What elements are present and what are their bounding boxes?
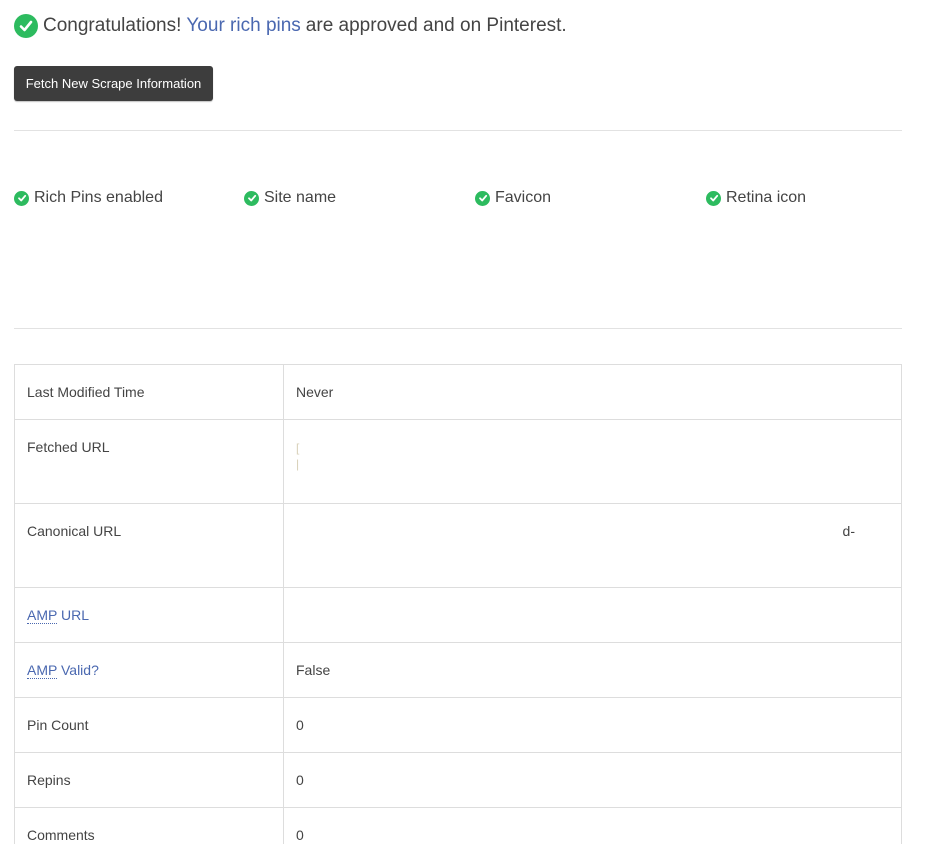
- table-row: Pin Count 0: [14, 697, 902, 753]
- divider: [14, 328, 902, 329]
- table-row: Last Modified Time Never: [14, 364, 902, 420]
- amp-valid-link[interactable]: AMP Valid?: [27, 662, 99, 679]
- table-row: AMP URL: [14, 587, 902, 643]
- fetch-new-scrape-button[interactable]: Fetch New Scrape Information: [14, 66, 213, 101]
- table-row: Canonical URL d-: [14, 503, 902, 588]
- row-label: Pin Count: [14, 697, 284, 753]
- feature-site-name: Site name: [244, 189, 336, 207]
- amp-abbr: AMP: [27, 662, 58, 679]
- row-value: 0: [283, 807, 902, 844]
- feature-favicon: Favicon: [475, 189, 551, 207]
- feature-label: Site name: [264, 189, 337, 206]
- feature-label: Rich Pins enabled: [34, 189, 163, 206]
- label-rest: Valid?: [57, 662, 99, 678]
- check-circle-icon: [475, 190, 490, 206]
- feature-label: Favicon: [495, 189, 552, 206]
- row-value: Never: [283, 364, 902, 420]
- canonical-url-text: d-: [842, 523, 855, 539]
- table-row: Repins 0: [14, 752, 902, 808]
- fetched-url-value: [ |: [283, 419, 902, 504]
- approval-message: Congratulations! Your rich pins are appr…: [14, 14, 567, 38]
- row-label: Fetched URL: [14, 419, 284, 504]
- canonical-url-value: d-: [283, 503, 902, 588]
- divider: [14, 130, 902, 131]
- feature-label: Retina icon: [726, 189, 807, 206]
- row-value: 0: [283, 752, 902, 808]
- table-row: Comments 0: [14, 807, 902, 844]
- amp-valid-label: AMP Valid?: [14, 642, 284, 698]
- amp-abbr: AMP: [27, 607, 58, 624]
- row-label: Canonical URL: [14, 503, 284, 588]
- congrats-prefix: Congratulations!: [43, 15, 182, 36]
- check-circle-icon: [14, 190, 29, 206]
- page: Congratulations! Your rich pins are appr…: [0, 0, 934, 844]
- amp-url-label: AMP URL: [14, 587, 284, 643]
- rich-pins-link[interactable]: Your rich pins: [186, 15, 300, 37]
- feature-checklist: Rich Pins enabled Site name Favicon Reti…: [14, 189, 902, 209]
- check-circle-icon: [14, 14, 38, 38]
- redacted-url: |: [296, 457, 300, 471]
- row-label: Last Modified Time: [14, 364, 284, 420]
- label-rest: URL: [57, 607, 89, 623]
- row-value: 0: [283, 697, 902, 753]
- amp-url-link[interactable]: AMP URL: [27, 607, 89, 624]
- check-circle-icon: [244, 190, 259, 206]
- scrape-info-table: Last Modified Time Never Fetched URL [ |…: [14, 364, 902, 844]
- feature-rich-pins-enabled: Rich Pins enabled: [14, 189, 163, 207]
- table-row: Fetched URL [ |: [14, 419, 902, 504]
- congrats-suffix: are approved and on Pinterest.: [305, 15, 567, 36]
- table-row: AMP Valid? False: [14, 642, 902, 698]
- row-value: False: [283, 642, 902, 698]
- redacted-url: [: [296, 441, 300, 455]
- check-circle-icon: [706, 190, 721, 206]
- row-label: Comments: [14, 807, 284, 844]
- row-value: [283, 587, 902, 643]
- feature-retina-icon: Retina icon: [706, 189, 806, 207]
- row-label: Repins: [14, 752, 284, 808]
